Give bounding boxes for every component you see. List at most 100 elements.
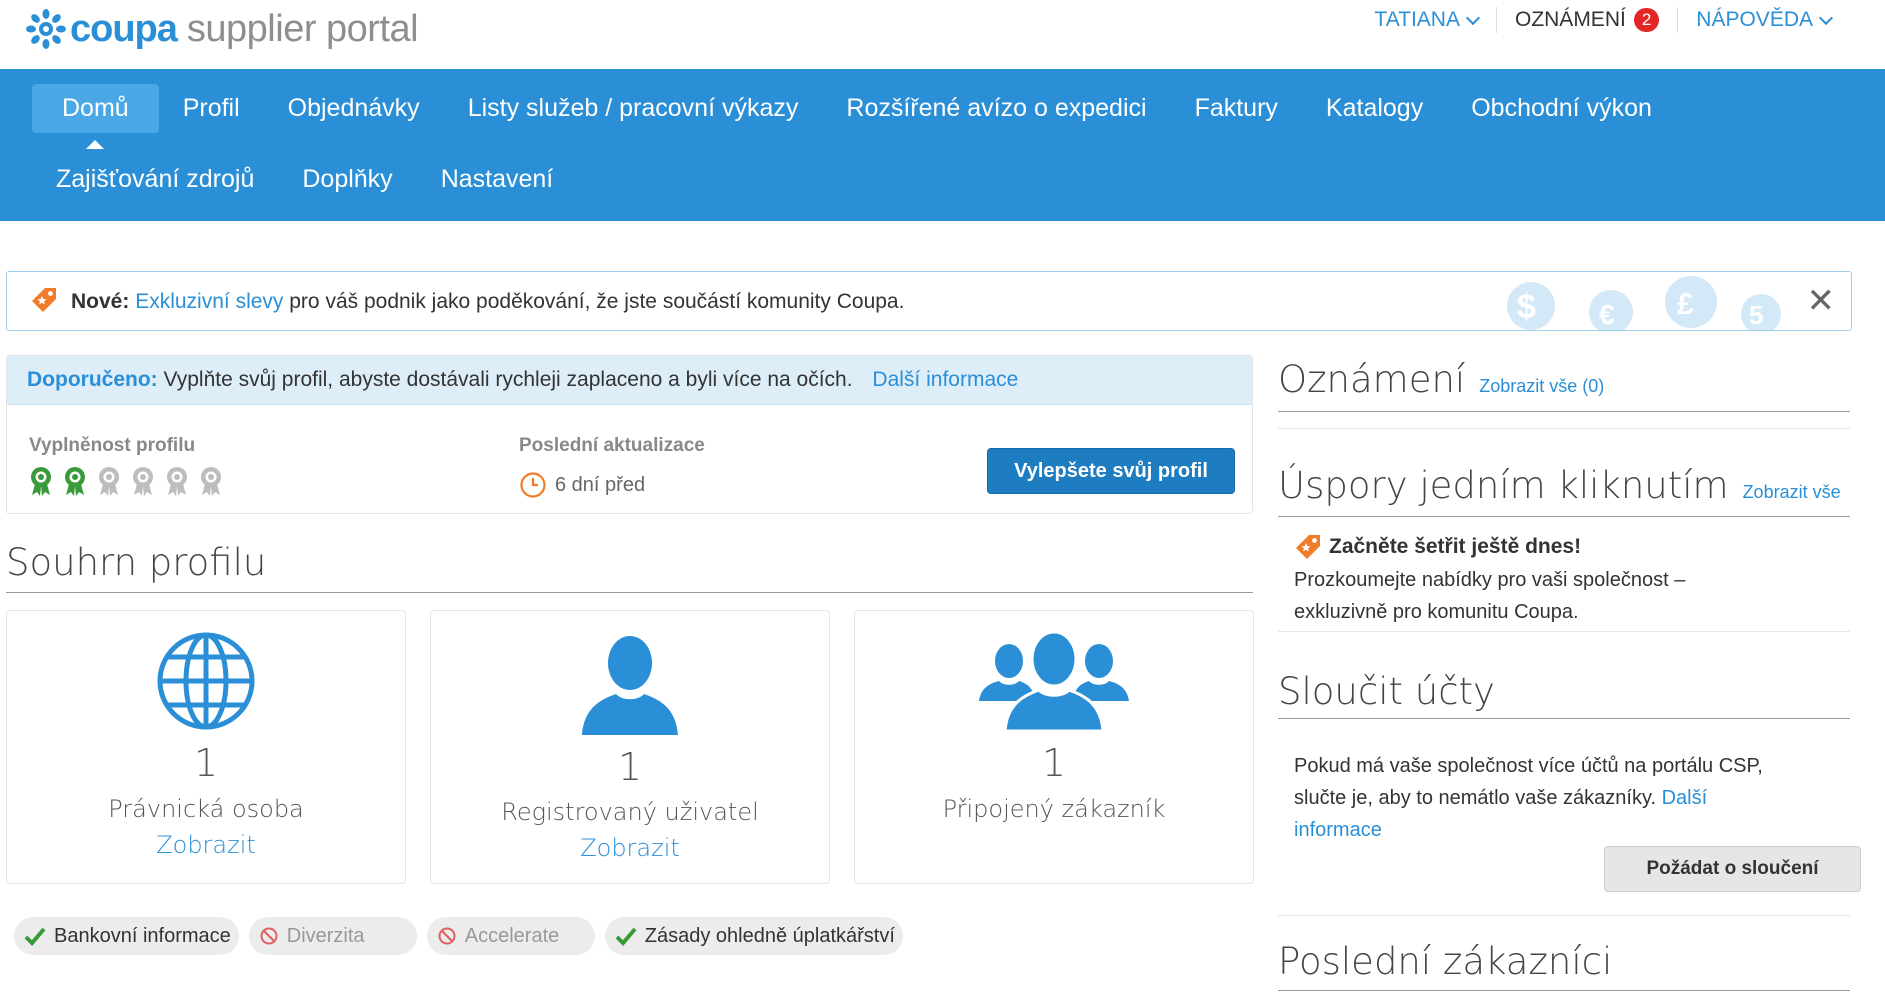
nav-tab-service-sheets[interactable]: Listy služeb / pracovní výkazy [444, 84, 823, 133]
merge-more-link[interactable]: Další [1662, 787, 1708, 809]
connected-customer-count: 1 [1041, 741, 1067, 785]
profile-completeness-label: Vyplněnost profilu [29, 435, 196, 456]
currency-decoration-icon: $ € £ 5 [1507, 276, 1781, 330]
savings-headline: Začněte šetřit ještě dnes! [1329, 535, 1582, 558]
medal-icon [167, 467, 187, 496]
help-menu-button[interactable]: NÁPOVĚDA [1678, 6, 1849, 34]
nav-tab-orders[interactable]: Objednávky [264, 84, 444, 133]
check-icon [24, 927, 46, 946]
promo-banner: Nové: Exkluzivní slevy pro váš podnik ja… [6, 271, 1852, 331]
medal-icon [133, 467, 153, 496]
chevron-down-icon [1465, 10, 1481, 25]
coupa-sun-icon [26, 9, 66, 49]
merge-more-link-cont[interactable]: informace [1294, 814, 1763, 846]
card-legal-entity: 1 Právnická osoba Zobrazit [6, 610, 406, 884]
medal-icon [65, 467, 85, 496]
improve-profile-button[interactable]: Vylepšete svůj profil [987, 448, 1235, 494]
logo-suffix: supplier portal [186, 7, 419, 50]
legal-entity-view-link[interactable]: Zobrazit [7, 831, 405, 859]
profile-completeness-medals [29, 466, 223, 496]
pill-anti-bribery[interactable]: Zásady ohledně úplatkářství [604, 917, 903, 955]
price-tag-icon [32, 288, 56, 312]
profile-status-pills: Bankovní informace Diverzita Accelerate … [14, 917, 903, 955]
savings-line-1: Prozkoumejte nabídky pro vaši společnost… [1294, 569, 1686, 591]
divider [1278, 411, 1850, 412]
registered-user-count: 1 [617, 745, 643, 789]
connected-customer-label: Připojený zákazník [942, 795, 1166, 823]
clock-icon [520, 472, 546, 498]
pill-label: Accelerate [464, 924, 560, 947]
savings-description: Prozkoumejte nabídky pro vaši společnost… [1294, 564, 1685, 628]
nav-row-1: Domů Profil Objednávky Listy služeb / pr… [32, 84, 1676, 149]
group-icon [855, 631, 1253, 741]
nav-tab-asn[interactable]: Rozšířené avízo o expedici [822, 84, 1170, 133]
medal-icon [99, 467, 119, 496]
coupa-logo[interactable]: coupa supplier portal [26, 6, 419, 52]
pill-diversity[interactable]: Diverzita [248, 917, 417, 955]
divider [1278, 516, 1850, 517]
savings-title-text: Úspory jedním kliknutím [1278, 464, 1729, 507]
legal-entity-count: 1 [193, 741, 219, 785]
savings-line-2: exkluzivně pro komunitu Coupa. [1294, 601, 1579, 623]
savings-view-all-link[interactable]: Zobrazit vše [1743, 482, 1841, 502]
profile-summary-title: Souhrn profilu [6, 541, 267, 584]
close-icon[interactable]: ✕ [1807, 284, 1836, 318]
request-merge-button[interactable]: Požádat o sloučení [1604, 846, 1861, 892]
announcements-title-text: Oznámení [1278, 358, 1466, 401]
user-icon [431, 631, 829, 741]
divider [1278, 718, 1850, 719]
divider [1278, 990, 1850, 991]
pill-accelerate[interactable]: Accelerate [426, 917, 595, 955]
nav-tab-business-performance[interactable]: Obchodní výkon [1447, 84, 1676, 133]
recommendation-box: Doporučeno: Vyplňte svůj profil, abyste … [6, 355, 1253, 514]
notifications-label: OZNÁMENÍ [1514, 8, 1626, 31]
merge-description: Pokud má vaše společnost více účtů na po… [1294, 750, 1763, 846]
card-connected-customer: 1 Připojený zákazník [854, 610, 1254, 884]
price-tag-icon [1296, 535, 1320, 559]
user-menu-button[interactable]: TATIANA [1356, 6, 1496, 34]
recommendation-text: Vyplňte svůj profil, abyste dostávali ry… [157, 368, 853, 391]
announcements-view-all-link[interactable]: Zobrazit vše (0) [1479, 376, 1604, 396]
merge-line-2: slučte je, aby to nemátlo vaše zákazníky… [1294, 787, 1657, 809]
nav-tab-sourcing[interactable]: Zajišťování zdrojů [32, 155, 278, 204]
nav-tab-profile[interactable]: Profil [159, 84, 264, 133]
promo-body: pro váš podnik jako poděkování, že jste … [283, 290, 905, 313]
promo-prefix: Nové: [71, 290, 130, 313]
merge-accounts-title: Sloučit účty [1278, 670, 1495, 713]
nav-tab-invoices[interactable]: Faktury [1171, 84, 1302, 133]
top-header: coupa supplier portal TATIANA OZNÁMENÍ 2… [0, 0, 1885, 69]
promo-link[interactable]: Exkluzivní slevy [135, 290, 283, 313]
last-update: 6 dní před [519, 471, 645, 499]
main-nav: Domů Profil Objednávky Listy služeb / pr… [0, 69, 1885, 221]
recent-customers-title: Poslední zákazníci [1278, 940, 1613, 983]
nav-row-2: Zajišťování zdrojů Doplňky Nastavení [32, 155, 577, 204]
card-registered-user: 1 Registrovaný uživatel Zobrazit [430, 610, 830, 884]
last-update-label: Poslední aktualizace [519, 435, 705, 456]
savings-title: Úspory jedním kliknutím Zobrazit vše [1278, 464, 1841, 507]
registered-user-label: Registrovaný uživatel [501, 798, 759, 826]
pill-label: Bankovní informace [54, 924, 231, 947]
nav-tab-catalogs[interactable]: Katalogy [1302, 84, 1447, 133]
pill-bank-info[interactable]: Bankovní informace [14, 917, 239, 955]
pill-label: Zásady ohledně úplatkářství [644, 924, 895, 947]
nav-tab-home[interactable]: Domů [32, 84, 159, 149]
divider [1278, 915, 1850, 916]
check-icon [615, 927, 637, 946]
promo-text: Nové: Exkluzivní slevy pro váš podnik ja… [71, 290, 904, 314]
notifications-badge: 2 [1633, 8, 1660, 32]
last-update-value: 6 dní před [555, 473, 646, 496]
merge-line-1: Pokud má vaše společnost více účtů na po… [1294, 755, 1763, 777]
notifications-button[interactable]: OZNÁMENÍ 2 [1497, 6, 1677, 34]
nav-tab-settings[interactable]: Nastavení [417, 155, 578, 204]
registered-user-view-link[interactable]: Zobrazit [431, 834, 829, 862]
prohibited-icon [438, 927, 456, 945]
divider [1278, 428, 1850, 429]
nav-tab-addons[interactable]: Doplňky [278, 155, 416, 204]
chevron-down-icon [1818, 10, 1834, 25]
recommendation-more-link[interactable]: Další informace [872, 368, 1018, 391]
help-label: NÁPOVĚDA [1696, 8, 1813, 31]
divider [1278, 631, 1850, 632]
recommendation-header: Doporučeno: Vyplňte svůj profil, abyste … [7, 356, 1252, 405]
logo-brand: coupa [70, 7, 178, 50]
announcements-title: Oznámení Zobrazit vše (0) [1278, 358, 1604, 401]
